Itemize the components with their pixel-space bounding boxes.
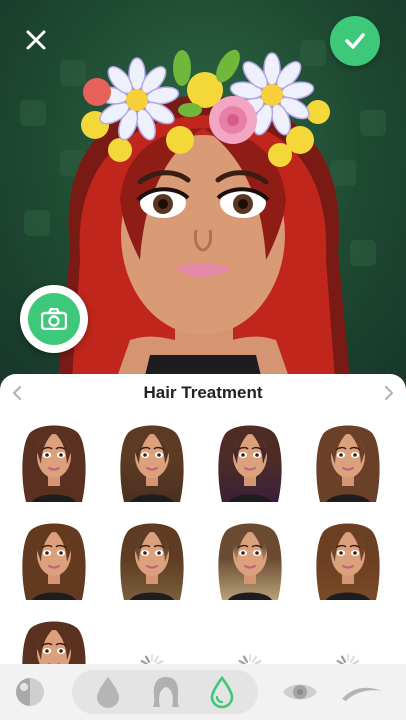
avatar-preview xyxy=(0,0,406,380)
hair-option[interactable] xyxy=(112,514,192,600)
hair-option[interactable] xyxy=(14,416,94,502)
hair-treatment-icon xyxy=(210,675,234,709)
hair-option[interactable] xyxy=(308,416,388,502)
skin-drop-icon xyxy=(97,677,119,708)
hair-option-avatar xyxy=(22,425,86,502)
category-hair-treatment[interactable] xyxy=(200,670,244,714)
category-face-tone[interactable] xyxy=(8,670,52,714)
hair-option[interactable] xyxy=(14,514,94,600)
category-hair-style[interactable] xyxy=(144,670,188,714)
camera-button[interactable] xyxy=(20,285,88,353)
hair-option[interactable] xyxy=(210,514,290,600)
hair-style-icon xyxy=(153,677,179,707)
category-eyes[interactable] xyxy=(278,670,322,714)
face-tone-icon xyxy=(16,678,44,706)
hair-option-avatar xyxy=(218,523,282,600)
close-button[interactable] xyxy=(18,22,54,58)
hair-option-avatar xyxy=(316,425,380,502)
checkmark-icon xyxy=(345,33,365,49)
hair-option-grid xyxy=(0,414,406,698)
chevron-right-icon xyxy=(384,385,394,401)
hair-option-avatar xyxy=(218,425,282,502)
hair-option-avatar xyxy=(316,523,380,600)
category-bar xyxy=(0,664,406,720)
hair-option[interactable] xyxy=(210,416,290,502)
category-eyebrows[interactable] xyxy=(340,670,384,714)
panel-header: Hair Treatment xyxy=(0,374,406,414)
hair-option-avatar xyxy=(22,523,86,600)
camera-icon xyxy=(41,308,67,330)
eyebrow-icon xyxy=(342,687,382,701)
hair-option[interactable] xyxy=(112,416,192,502)
close-icon xyxy=(26,30,46,50)
hair-option-avatar xyxy=(120,523,184,600)
category-skin[interactable] xyxy=(86,670,130,714)
hair-option-avatar xyxy=(120,425,184,502)
confirm-button[interactable] xyxy=(330,16,380,66)
eye-icon xyxy=(283,684,317,700)
hair-option[interactable] xyxy=(308,514,388,600)
next-category-button[interactable] xyxy=(378,382,400,404)
panel-title: Hair Treatment xyxy=(143,383,263,402)
camera-button-inner xyxy=(28,293,80,345)
